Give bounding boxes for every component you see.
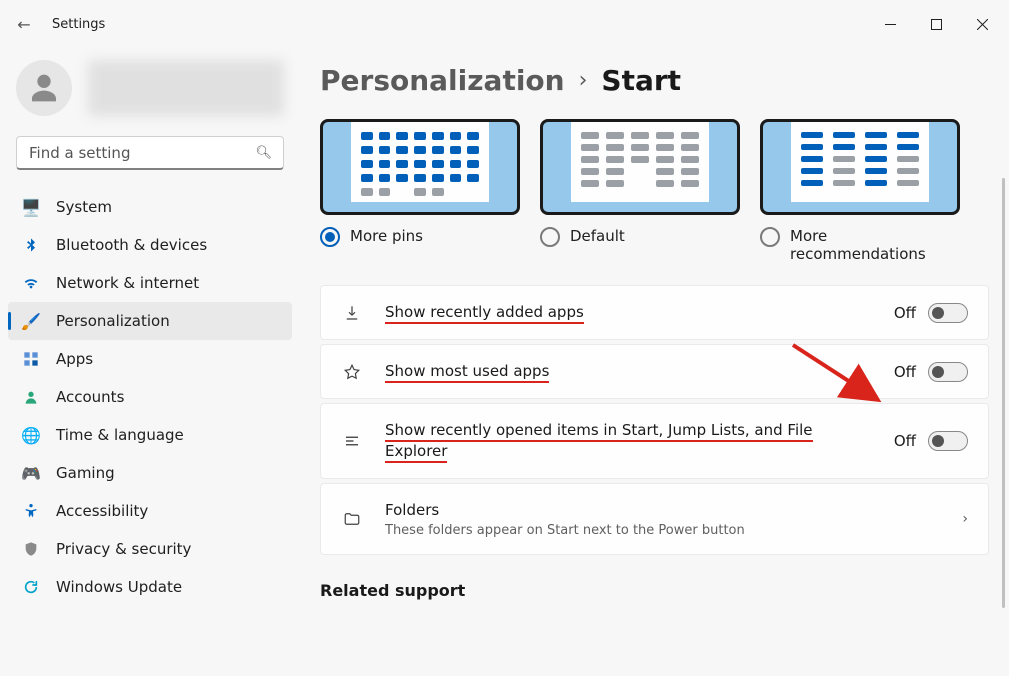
nav-update[interactable]: Windows Update [8,568,292,606]
layout-more-pins[interactable]: More pins [320,119,520,263]
toggle-state: Off [894,304,916,322]
apps-icon [22,350,40,368]
avatar [16,60,72,116]
user-header[interactable] [8,56,292,136]
nav-accounts[interactable]: Accounts [8,378,292,416]
download-icon [341,304,363,322]
titlebar: ← Settings [0,0,1009,48]
search-field-wrapper: 🔍︎ [16,136,284,170]
nav-gaming[interactable]: 🎮 Gaming [8,454,292,492]
nav-label: Apps [56,350,93,368]
shield-icon [22,540,40,558]
close-button[interactable] [959,4,1005,44]
user-name-redacted [88,60,284,116]
wifi-icon [22,274,40,292]
layout-preview-more-pins [320,119,520,215]
accounts-icon [22,388,40,406]
gaming-icon: 🎮 [22,464,40,482]
time-icon: 🌐 [22,426,40,444]
row-folders[interactable]: Folders These folders appear on Start ne… [320,483,989,555]
nav-privacy[interactable]: Privacy & security [8,530,292,568]
nav-personalization[interactable]: 🖌️ Personalization [8,302,292,340]
minimize-button[interactable] [867,4,913,44]
layout-default[interactable]: Default [540,119,740,263]
breadcrumb-parent[interactable]: Personalization [320,64,565,97]
nav-label: Time & language [56,426,184,444]
toggle-state: Off [894,432,916,450]
app-title: Settings [52,17,105,32]
chevron-right-icon: › [579,68,588,93]
row-most-used-apps: Show most used apps Off [320,344,989,399]
layout-preview-default [540,119,740,215]
nav-label: Bluetooth & devices [56,236,207,254]
list-icon [341,432,363,450]
accessibility-icon [22,502,40,520]
nav-label: Accessibility [56,502,148,520]
related-support-heading: Related support [320,581,989,600]
brush-icon: 🖌️ [22,312,40,330]
layout-more-recommendations[interactable]: More recommendations [760,119,960,263]
maximize-button[interactable] [913,4,959,44]
nav-system[interactable]: 🖥️ System [8,188,292,226]
nav-label: Network & internet [56,274,199,292]
toggle-state: Off [894,363,916,381]
nav-list: 🖥️ System Bluetooth & devices Network & … [8,188,292,606]
toggle-most-used-apps[interactable] [928,362,968,382]
folder-icon [341,510,363,528]
bluetooth-icon [22,236,40,254]
nav-label: Personalization [56,312,170,330]
update-icon [22,578,40,596]
star-icon [341,363,363,381]
nav-network[interactable]: Network & internet [8,264,292,302]
start-layout-options: More pins Default [320,119,989,263]
breadcrumb: Personalization › Start [320,52,989,119]
nav-time[interactable]: 🌐 Time & language [8,416,292,454]
row-recently-added-apps: Show recently added apps Off [320,285,989,340]
radio-more-recommendations[interactable] [760,227,780,247]
row-title: Show recently opened items in Start, Jum… [385,421,813,463]
radio-more-pins[interactable] [320,227,340,247]
chevron-right-icon: › [962,511,968,527]
sidebar: 🔍︎ 🖥️ System Bluetooth & devices Network… [0,48,308,676]
nav-label: Gaming [56,464,115,482]
radio-label: More recommendations [790,227,960,263]
nav-label: Privacy & security [56,540,191,558]
system-icon: 🖥️ [22,198,40,216]
nav-apps[interactable]: Apps [8,340,292,378]
window-controls [867,4,1005,44]
nav-label: Windows Update [56,578,182,596]
row-title: Folders [385,500,932,521]
main-content: Personalization › Start More p [308,48,1009,676]
back-button[interactable]: ← [4,4,44,44]
breadcrumb-current: Start [601,64,681,97]
toggle-recently-added-apps[interactable] [928,303,968,323]
row-recent-items: Show recently opened items in Start, Jum… [320,403,989,479]
nav-accessibility[interactable]: Accessibility [8,492,292,530]
toggle-recent-items[interactable] [928,431,968,451]
layout-preview-more-recs [760,119,960,215]
row-title: Show most used apps [385,362,549,383]
nav-label: Accounts [56,388,124,406]
row-title: Show recently added apps [385,303,584,324]
search-input[interactable] [16,136,284,170]
radio-label: Default [570,227,625,245]
nav-label: System [56,198,112,216]
radio-default[interactable] [540,227,560,247]
radio-label: More pins [350,227,423,245]
row-subtitle: These folders appear on Start next to th… [385,523,932,538]
nav-bluetooth[interactable]: Bluetooth & devices [8,226,292,264]
scrollbar[interactable] [1002,178,1005,608]
